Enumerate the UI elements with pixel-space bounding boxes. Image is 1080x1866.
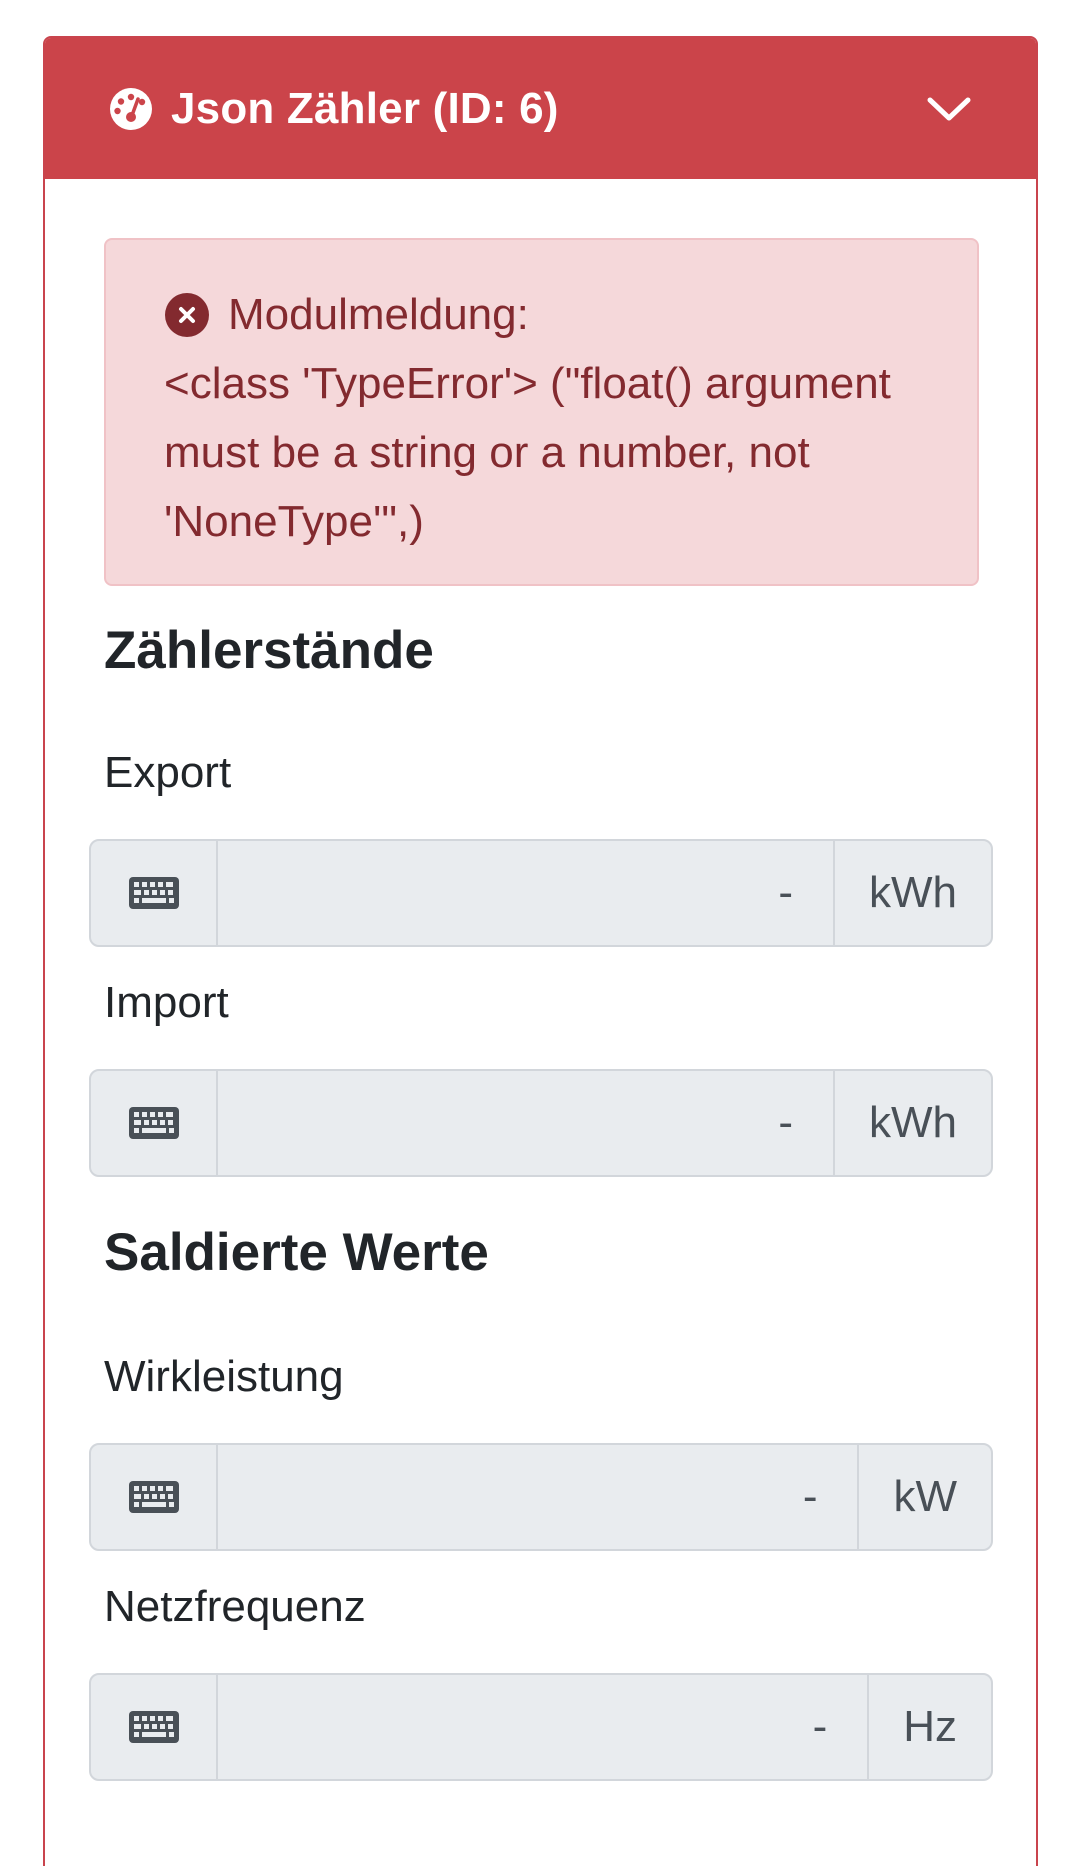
- export-unit: kWh: [833, 841, 991, 945]
- export-prepend: [91, 841, 218, 945]
- export-value: -: [778, 868, 793, 917]
- keyboard-icon: [128, 1481, 179, 1513]
- import-prepend: [91, 1071, 218, 1175]
- gauge-icon: [110, 87, 152, 130]
- import-label: Import: [104, 978, 229, 1027]
- card-title: Json Zähler (ID: 6): [171, 83, 559, 133]
- section-heading-counters: Zählerstände: [104, 621, 434, 680]
- keyboard-icon: [128, 1107, 179, 1139]
- section-heading-balanced: Saldierte Werte: [104, 1223, 489, 1282]
- frequency-label: Netzfrequenz: [104, 1582, 366, 1631]
- card-header[interactable]: Json Zähler (ID: 6): [45, 38, 1036, 179]
- frequency-unit: Hz: [867, 1675, 991, 1779]
- chevron-down-icon[interactable]: [926, 94, 972, 124]
- import-value: -: [778, 1098, 793, 1147]
- frequency-field: - Hz: [89, 1673, 993, 1781]
- export-label: Export: [104, 748, 232, 797]
- keyboard-icon: [128, 877, 179, 909]
- active-power-label: Wirkleistung: [104, 1352, 344, 1401]
- frequency-value: -: [812, 1702, 828, 1751]
- keyboard-icon: [128, 1711, 179, 1743]
- import-field: - kWh: [89, 1069, 993, 1177]
- error-alert: Modulmeldung: <class 'TypeError'> ("floa…: [104, 238, 979, 586]
- alert-message: <class 'TypeError'> ("float() argument m…: [164, 359, 891, 546]
- active-power-field: - kW: [89, 1443, 993, 1551]
- active-power-prepend: [91, 1445, 218, 1549]
- circle-x-icon: [165, 292, 209, 337]
- export-field: - kWh: [89, 839, 993, 947]
- import-unit: kWh: [833, 1071, 991, 1175]
- active-power-unit: kW: [857, 1445, 991, 1549]
- meter-card: Json Zähler (ID: 6) Modulmeldung: <class…: [43, 36, 1038, 1866]
- alert-title: Modulmeldung:: [228, 290, 529, 339]
- active-power-value: -: [802, 1472, 818, 1521]
- frequency-prepend: [91, 1675, 218, 1779]
